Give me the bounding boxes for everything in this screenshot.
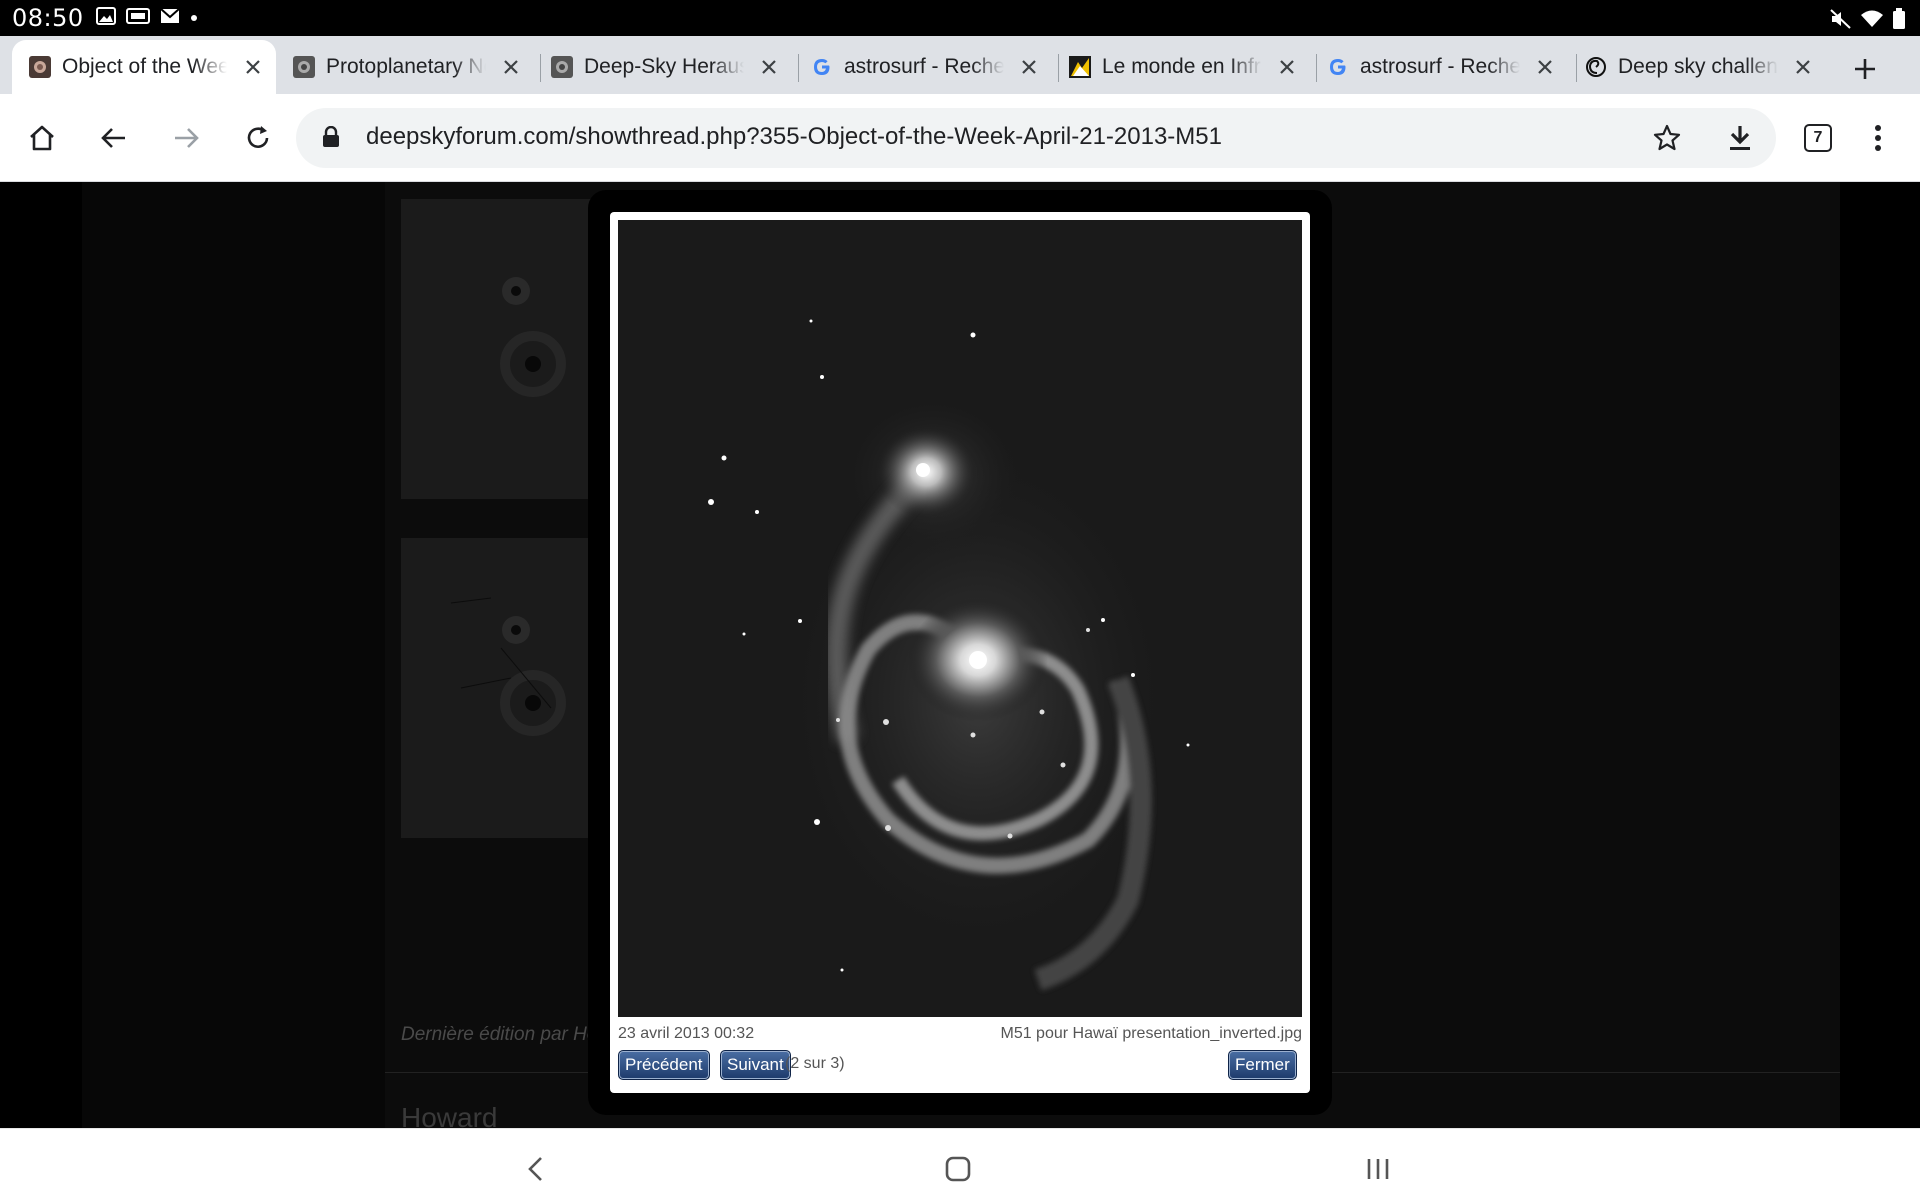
close-icon[interactable] xyxy=(758,55,780,79)
gallery-56-icon xyxy=(125,7,150,30)
attachment-thumbnail[interactable] xyxy=(401,538,601,838)
tab-title: Deep sky challenge xyxy=(1618,55,1778,78)
previous-button[interactable]: Précédent xyxy=(618,1050,710,1080)
mute-icon xyxy=(1830,9,1852,34)
close-icon[interactable] xyxy=(241,55,264,79)
close-icon[interactable] xyxy=(1534,55,1556,79)
image-lightbox: 23 avril 2013 00:32 M51 pour Hawaï prese… xyxy=(588,190,1332,1115)
mail-icon xyxy=(160,7,180,29)
close-icon[interactable] xyxy=(1276,55,1298,79)
close-icon[interactable] xyxy=(1792,55,1814,79)
menu-button[interactable] xyxy=(1856,116,1900,160)
lock-icon[interactable] xyxy=(322,125,340,153)
google-favicon-icon xyxy=(810,55,834,79)
image-counter: (2 sur 3) xyxy=(785,1055,845,1072)
more-vert-icon xyxy=(1875,125,1881,151)
home-icon xyxy=(30,125,54,151)
tab-protoplanetary[interactable]: Protoplanetary Nebula xyxy=(276,40,534,94)
tab-astrosurf-1[interactable]: astrosurf - Recherche xyxy=(794,40,1052,94)
forward-button[interactable] xyxy=(164,116,208,160)
address-bar[interactable]: deepskyforum.com/showthread.php?355-Obje… xyxy=(296,108,1776,168)
recents-icon xyxy=(1367,1159,1389,1179)
plus-icon xyxy=(1855,59,1875,79)
download-icon[interactable] xyxy=(1726,123,1754,158)
tab-title: Le monde en Infrarouge xyxy=(1102,55,1262,78)
tab-title: Deep-Sky Heraustrassen xyxy=(584,55,745,78)
post-author[interactable]: Howard xyxy=(401,1102,497,1128)
last-edit-note: Dernière édition par Ho xyxy=(401,1024,598,1045)
home-square-icon xyxy=(945,1156,971,1182)
tab-deep-sky-challenge[interactable]: Deep sky challenge xyxy=(1568,40,1826,94)
deepsky-favicon-icon xyxy=(292,55,316,79)
deepsky-favicon-icon xyxy=(28,55,52,79)
chevron-left-icon xyxy=(528,1157,542,1181)
battery-icon xyxy=(1892,8,1906,35)
deepsky-favicon-icon xyxy=(550,55,574,79)
tab-deep-sky-heraus[interactable]: Deep-Sky Heraustrassen xyxy=(534,40,792,94)
tab-strip: Object of the Week Protoplanetary Nebula… xyxy=(0,36,1920,94)
image-filename: M51 pour Hawaï presentation_inverted.jpg xyxy=(1000,1025,1302,1042)
back-button[interactable] xyxy=(92,116,136,160)
tab-title: Protoplanetary Nebula xyxy=(326,55,486,78)
nav-home-button[interactable] xyxy=(936,1147,980,1191)
wifi-icon xyxy=(1860,9,1884,34)
tab-switcher-button[interactable]: 7 xyxy=(1804,124,1832,152)
tab-le-monde-infrarouge[interactable]: Le monde en Infrarouge xyxy=(1052,40,1310,94)
status-time: 08:50 xyxy=(12,4,84,32)
tab-object-of-the-week[interactable]: Object of the Week xyxy=(12,40,276,94)
reload-button[interactable] xyxy=(236,116,280,160)
infrared-favicon-icon xyxy=(1068,55,1092,79)
spiral-favicon-icon xyxy=(1584,55,1608,79)
close-icon[interactable] xyxy=(500,55,522,79)
lightbox-panel: 23 avril 2013 00:32 M51 pour Hawaï prese… xyxy=(610,212,1310,1093)
tab-title: astrosurf - Recherche xyxy=(1360,55,1521,78)
back-arrow-icon xyxy=(101,128,125,148)
attachment-thumbnail[interactable] xyxy=(401,199,601,499)
reload-icon xyxy=(247,126,269,148)
close-button[interactable]: Fermer xyxy=(1228,1050,1297,1080)
system-nav-bar xyxy=(0,1128,1920,1200)
image-date: 23 avril 2013 00:32 xyxy=(618,1025,755,1042)
home-button[interactable] xyxy=(20,116,64,160)
tab-title: astrosurf - Recherche xyxy=(844,55,1005,78)
image-icon xyxy=(95,6,116,30)
new-tab-button[interactable] xyxy=(1848,52,1882,86)
tab-title: Object of the Week xyxy=(62,55,228,78)
next-button[interactable]: Suivant xyxy=(720,1050,791,1080)
browser-toolbar: deepskyforum.com/showthread.php?355-Obje… xyxy=(0,94,1920,182)
star-icon[interactable] xyxy=(1652,123,1682,158)
url-text[interactable]: deepskyforum.com/showthread.php?355-Obje… xyxy=(366,123,1222,151)
nav-recents-button[interactable] xyxy=(1356,1147,1400,1191)
tab-astrosurf-2[interactable]: astrosurf - Recherche xyxy=(1310,40,1568,94)
status-bar: 08:50 xyxy=(0,0,1920,36)
forward-arrow-icon xyxy=(175,128,199,148)
google-favicon-icon xyxy=(1326,55,1350,79)
galaxy-image[interactable] xyxy=(618,220,1302,1017)
dot-icon xyxy=(190,9,198,27)
close-icon[interactable] xyxy=(1018,55,1040,79)
nav-back-button[interactable] xyxy=(514,1147,558,1191)
